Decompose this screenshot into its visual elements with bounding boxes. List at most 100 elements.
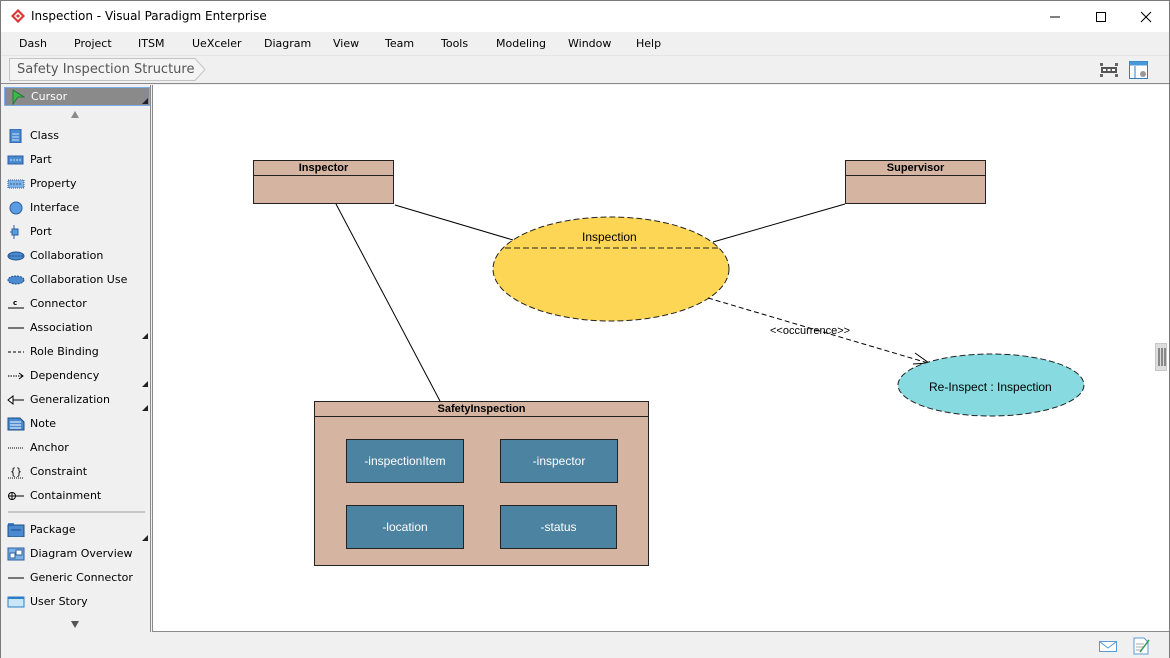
menu-team[interactable]: Team	[385, 37, 414, 50]
menu-project[interactable]: Project	[74, 37, 112, 50]
palette-item-anchor[interactable]: Anchor	[1, 437, 151, 459]
palette-item-part[interactable]: Part	[1, 149, 151, 171]
collaboration-use-reinspect-label: Re-Inspect : Inspection	[929, 380, 1052, 394]
note-icon	[7, 417, 25, 431]
interface-icon	[9, 201, 23, 215]
minimize-button[interactable]	[1032, 1, 1078, 32]
palette-cursor-label: Cursor	[31, 90, 68, 103]
class-inspector[interactable]: Inspector	[253, 160, 394, 204]
close-icon	[1140, 11, 1152, 22]
palette-item-label: Connector	[30, 297, 87, 310]
palette-item-constraint[interactable]: {} Constraint	[1, 461, 151, 483]
class-safety-inspection[interactable]: SafetyInspection -inspectionItem -inspec…	[314, 401, 649, 566]
menu-dash[interactable]: Dash	[19, 37, 47, 50]
title-bar: Inspection - Visual Paradigm Enterprise	[1, 1, 1169, 32]
edit-note-icon[interactable]	[1132, 637, 1152, 655]
submenu-indicator-icon	[142, 405, 148, 411]
diagram-navigator-icon[interactable]	[1128, 60, 1150, 80]
palette-item-class[interactable]: Class	[1, 125, 151, 147]
palette-item-role-binding[interactable]: Role Binding	[1, 341, 151, 363]
maximize-button[interactable]	[1078, 1, 1124, 32]
menu-help[interactable]: Help	[636, 37, 661, 50]
palette-item-label: Constraint	[30, 465, 88, 478]
generalization-icon	[7, 394, 24, 406]
palette-item-property[interactable]: Property	[1, 173, 151, 195]
palette-item-label: Anchor	[30, 441, 69, 454]
user-story-icon	[7, 596, 25, 608]
maximize-icon	[1096, 11, 1106, 22]
part-location[interactable]: -location	[346, 505, 464, 549]
diagram-canvas[interactable]: Inspector Supervisor Inspection <<occurr…	[152, 85, 1169, 632]
palette-item-connector[interactable]: c Connector	[1, 293, 151, 315]
palette-item-generic-connector[interactable]: Generic Connector	[1, 567, 151, 589]
class-name: SafetyInspection	[315, 402, 648, 417]
class-name: Inspector	[254, 161, 393, 176]
submenu-indicator-icon	[142, 381, 148, 387]
palette-item-generalization[interactable]: Generalization	[1, 389, 151, 411]
palette-item-dependency[interactable]: Dependency	[1, 365, 151, 387]
class-icon	[9, 129, 22, 143]
palette-item-label: Port	[30, 225, 52, 238]
containment-icon	[8, 492, 24, 500]
breadcrumb-bar: Safety Inspection Structure	[1, 56, 1169, 84]
minimize-icon	[1050, 16, 1060, 17]
palette-cursor[interactable]: Cursor	[4, 87, 150, 106]
close-button[interactable]	[1123, 1, 1169, 32]
palette-item-label: Association	[30, 321, 93, 334]
collaboration-inspection-label: Inspection	[582, 230, 637, 244]
palette-item-label: Generalization	[30, 393, 110, 406]
canvas-splitter-handle[interactable]	[1155, 343, 1167, 371]
association-supervisor-inspection[interactable]	[712, 203, 846, 243]
palette-item-user-story[interactable]: User Story	[1, 591, 151, 613]
cursor-arrow-icon	[12, 89, 25, 105]
menu-diagram[interactable]: Diagram	[264, 37, 311, 50]
svg-text:{}: {}	[10, 467, 22, 478]
collaboration-icon	[7, 251, 25, 261]
palette-item-label: Part	[30, 153, 52, 166]
palette-item-label: Package	[30, 523, 76, 536]
fit-diagram-icon[interactable]	[1098, 60, 1120, 80]
palette-item-port[interactable]: Port	[1, 221, 151, 243]
palette-item-label: Interface	[30, 201, 80, 214]
palette-item-diagram-overview[interactable]: Diagram Overview	[1, 543, 151, 565]
menu-itsm[interactable]: ITSM	[138, 37, 164, 50]
menu-bar: Dash Project ITSM UeXceler Diagram View …	[1, 32, 1169, 56]
palette-item-label: Note	[30, 417, 57, 430]
submenu-indicator-icon	[142, 535, 148, 541]
part-status[interactable]: -status	[500, 505, 617, 549]
package-icon	[7, 523, 25, 537]
menu-modeling[interactable]: Modeling	[496, 37, 546, 50]
anchor-icon	[8, 447, 24, 449]
palette-item-label: Collaboration	[30, 249, 104, 262]
palette-item-note[interactable]: Note	[1, 413, 151, 435]
message-icon[interactable]	[1098, 637, 1118, 655]
menu-window[interactable]: Window	[568, 37, 611, 50]
palette-item-label: Collaboration Use	[30, 273, 128, 286]
visual-paradigm-logo-icon	[11, 9, 25, 23]
submenu-indicator-icon	[142, 333, 148, 339]
palette-item-package[interactable]: Package	[1, 519, 151, 541]
association-inspector-inspection[interactable]	[394, 204, 514, 241]
association-inspector-safetyinspection[interactable]	[335, 203, 441, 402]
palette-item-label: Dependency	[30, 369, 100, 382]
menu-uexceler[interactable]: UeXceler	[192, 37, 242, 50]
palette-item-containment[interactable]: Containment	[1, 485, 151, 507]
palette-item-label: Class	[30, 129, 59, 142]
palette-item-interface[interactable]: Interface	[1, 197, 151, 219]
palette-item-label: User Story	[30, 595, 88, 608]
window-title: Inspection - Visual Paradigm Enterprise	[31, 9, 267, 23]
palette-scroll-up-icon[interactable]	[71, 111, 79, 118]
collaboration-use-icon	[7, 275, 25, 285]
palette-item-label: Role Binding	[30, 345, 99, 358]
class-supervisor[interactable]: Supervisor	[845, 160, 986, 204]
palette-item-collaboration[interactable]: Collaboration	[1, 245, 151, 267]
menu-view[interactable]: View	[333, 37, 359, 50]
palette-item-label: Generic Connector	[30, 571, 133, 584]
palette-item-collaboration-use[interactable]: Collaboration Use	[1, 269, 151, 291]
submenu-indicator-icon	[142, 98, 148, 104]
palette-item-association[interactable]: Association	[1, 317, 151, 339]
palette-scroll-down-icon[interactable]	[71, 621, 79, 628]
part-inspector[interactable]: -inspector	[500, 439, 618, 483]
menu-tools[interactable]: Tools	[441, 37, 468, 50]
part-inspection-item[interactable]: -inspectionItem	[346, 439, 464, 483]
